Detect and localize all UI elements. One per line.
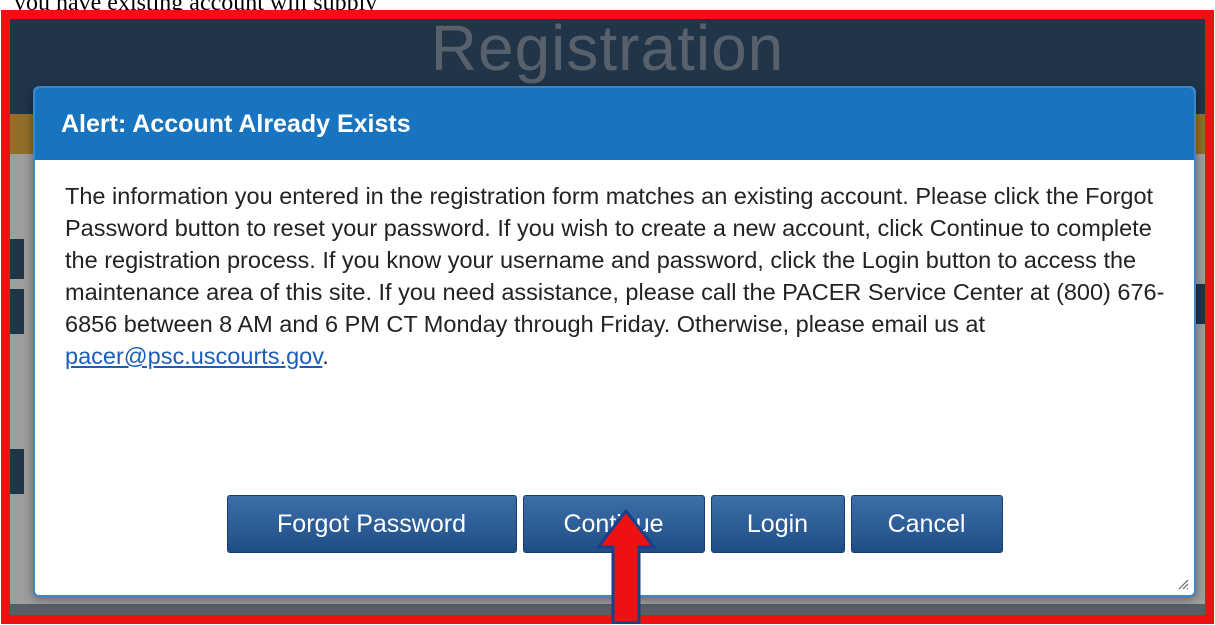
dialog-header: Alert: Account Already Exists <box>35 88 1194 160</box>
dialog-message-end: . <box>322 343 329 369</box>
dialog-message-text: The information you entered in the regis… <box>65 183 1165 337</box>
resize-grip-icon[interactable] <box>1177 578 1189 590</box>
dialog-title: Alert: Account Already Exists <box>61 109 411 138</box>
email-link[interactable]: pacer@psc.uscourts.gov <box>65 343 322 369</box>
login-button[interactable]: Login <box>710 495 845 553</box>
forgot-password-button[interactable]: Forgot Password <box>226 495 517 553</box>
up-arrow-icon <box>596 509 656 624</box>
cancel-button[interactable]: Cancel <box>850 495 1003 553</box>
dialog-message: The information you entered in the regis… <box>35 160 1194 372</box>
